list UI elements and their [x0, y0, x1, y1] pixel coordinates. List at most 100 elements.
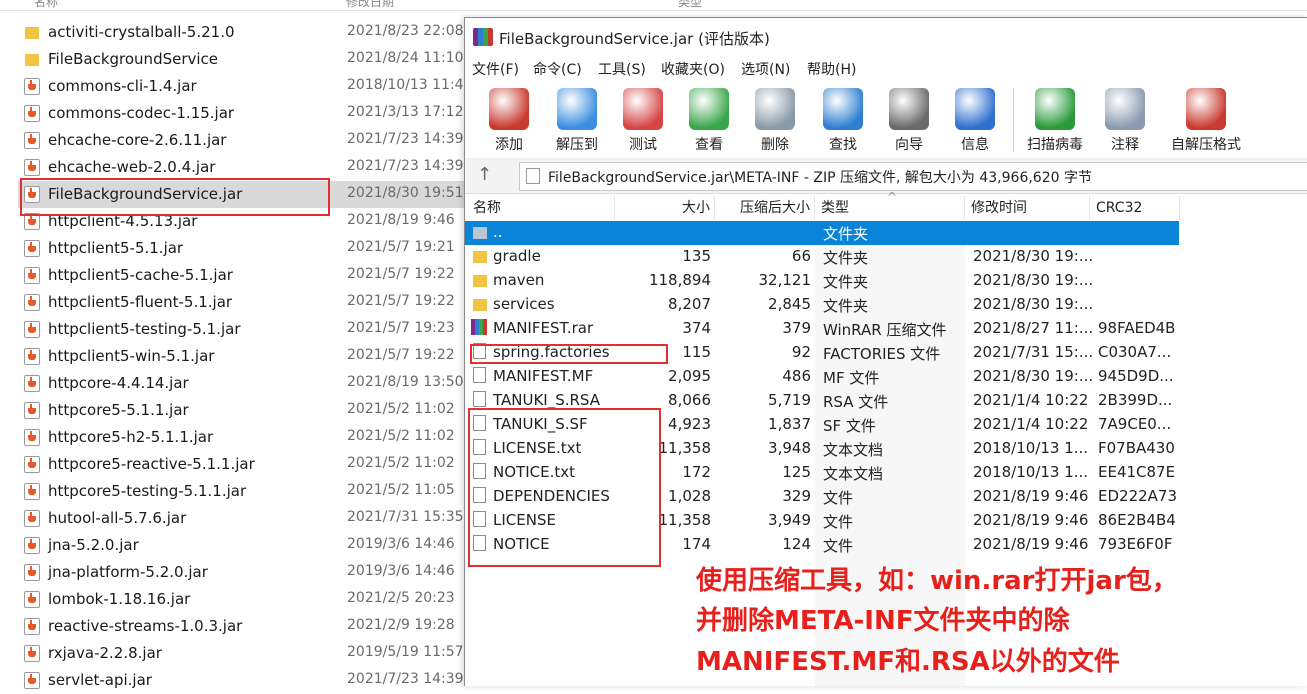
folder-icon — [473, 227, 487, 239]
file-packed: 124 — [782, 535, 811, 553]
folder-icon — [473, 299, 487, 311]
test-clipboard-icon — [623, 88, 663, 130]
explorer-row[interactable]: httpclient5-win-5.1.jar 2021/5/7 19:22 — [18, 343, 478, 370]
toolbar-button[interactable]: 查找 — [811, 86, 875, 156]
toolbar-button-label: 测试 — [629, 137, 657, 153]
toolbar-button-label: 解压到 — [556, 137, 598, 153]
col-modified[interactable]: 修改时间 — [965, 196, 1090, 220]
col-type[interactable]: 类型 — [815, 196, 965, 220]
explorer-row-name: httpclient5-5.1.jar — [48, 239, 184, 257]
toolbar-button[interactable]: 向导 — [877, 86, 941, 156]
archive-file-row[interactable]: gradle 135 66 文件夹 2021/8/30 19:... — [465, 245, 1179, 269]
archive-file-row[interactable]: MANIFEST.rar 374 379 WinRAR 压缩文件 2021/8/27 1… — [465, 317, 1179, 341]
col-name[interactable]: 名称 — [465, 196, 615, 220]
menu-tools[interactable]: 工具(S) — [598, 59, 646, 79]
explorer-row[interactable]: ehcache-web-2.0.4.jar 2021/7/23 14:39 — [18, 154, 478, 181]
file-name: TANUKI_S.RSA — [493, 391, 600, 409]
toolbar-button-label: 注释 — [1111, 137, 1139, 153]
file-type: 文件 — [823, 513, 854, 531]
explorer-row[interactable]: jna-platform-5.2.0.jar 2019/3/6 14:46 — [18, 559, 478, 586]
archive-file-row[interactable]: maven 118,894 32,121 文件夹 2021/8/30 19:... — [465, 269, 1179, 293]
col-packed[interactable]: 压缩后大小 — [715, 196, 815, 220]
annotation-line-1: 使用压缩工具，如：win.rar打开jar包， — [696, 566, 1178, 596]
jar-file-icon — [24, 402, 40, 419]
jar-file-icon — [24, 294, 40, 311]
file-type: 文件夹 — [823, 273, 869, 291]
explorer-row-name: rxjava-2.2.8.jar — [48, 644, 162, 662]
explorer-row-name: httpcore5-reactive-5.1.1.jar — [48, 455, 255, 473]
explorer-row[interactable]: httpcore5-h2-5.1.1.jar 2021/5/2 11:02 — [18, 424, 478, 451]
explorer-row[interactable]: httpclient5-5.1.jar 2021/5/7 19:21 — [18, 235, 478, 262]
file-name: MANIFEST.MF — [493, 367, 594, 385]
file-modified: 2021/8/30 19:... — [973, 367, 1094, 385]
file-crc: 7A9CE0... — [1098, 415, 1172, 433]
explorer-row[interactable]: activiti-crystalball-5.21.0 2021/8/23 22:… — [18, 19, 478, 46]
wizard-wand-icon — [889, 88, 929, 130]
menu-help[interactable]: 帮助(H) — [807, 59, 856, 79]
file-crc: 2B399D... — [1098, 391, 1173, 409]
explorer-row[interactable]: rxjava-2.2.8.jar 2019/5/19 11:57 — [18, 640, 478, 667]
toolbar-button[interactable]: 删除 — [743, 86, 807, 156]
col-crc[interactable]: CRC32 — [1090, 196, 1180, 220]
view-book-icon — [689, 88, 729, 130]
title-bar[interactable]: FileBackgroundService.jar (评估版本) — [465, 18, 1307, 56]
explorer-row-date: 2019/3/6 14:46 — [347, 536, 455, 552]
explorer-col-type[interactable]: 类型 — [678, 0, 702, 10]
file-modified: 2021/8/19 9:46 — [973, 511, 1089, 529]
explorer-row[interactable]: httpcore5-5.1.1.jar 2021/5/2 11:02 — [18, 397, 478, 424]
menu-commands[interactable]: 命令(C) — [533, 59, 582, 79]
file-icon — [473, 391, 486, 407]
menu-options[interactable]: 选项(N) — [741, 59, 790, 79]
explorer-row[interactable]: hutool-all-5.7.6.jar 2021/7/31 15:35 — [18, 505, 478, 532]
highlight-box-spring-factories — [470, 344, 668, 364]
address-field[interactable]: FileBackgroundService.jar\META-INF - ZIP… — [519, 162, 1307, 191]
explorer-row[interactable]: httpcore-4.4.14.jar 2021/8/19 13:50 — [18, 370, 478, 397]
file-modified: 2021/8/27 11:... — [973, 319, 1094, 337]
archive-file-row[interactable]: .. 文件夹 — [465, 221, 1179, 245]
toolbar-button[interactable]: 信息 — [943, 86, 1007, 156]
explorer-row[interactable]: httpcore5-reactive-5.1.1.jar 2021/5/2 11:… — [18, 451, 478, 478]
toolbar-button-label: 查看 — [695, 137, 723, 153]
explorer-row[interactable]: httpcore5-testing-5.1.1.jar 2021/5/2 11:0… — [18, 478, 478, 505]
explorer-row[interactable]: jna-5.2.0.jar 2019/3/6 14:46 — [18, 532, 478, 559]
archive-file-row[interactable]: MANIFEST.MF 2,095 486 MF 文件 2021/8/30 19:...… — [465, 365, 1179, 389]
toolbar-button[interactable]: 查看 — [677, 86, 741, 156]
menu-favorites[interactable]: 收藏夹(O) — [661, 59, 725, 79]
toolbar-button[interactable]: 自解压格式 — [1161, 86, 1251, 156]
file-modified: 2021/8/19 9:46 — [973, 487, 1089, 505]
up-arrow-icon[interactable]: ↑ — [477, 164, 492, 185]
file-type: 文件夹 — [823, 297, 869, 315]
toolbar-button[interactable]: 测试 — [611, 86, 675, 156]
toolbar-button[interactable]: 添加 — [477, 86, 541, 156]
explorer-row[interactable]: httpclient5-cache-5.1.jar 2021/5/7 19:22 — [18, 262, 478, 289]
menu-file[interactable]: 文件(F) — [472, 59, 519, 79]
file-modified: 2021/1/4 10:22 — [973, 391, 1089, 409]
explorer-row-name: httpclient5-win-5.1.jar — [48, 347, 215, 365]
explorer-row[interactable]: commons-cli-1.4.jar 2018/10/13 11:47 — [18, 73, 478, 100]
archive-file-row[interactable]: services 8,207 2,845 文件夹 2021/8/30 19:... — [465, 293, 1179, 317]
file-modified: 2018/10/13 1... — [973, 463, 1089, 481]
explorer-row[interactable]: commons-codec-1.15.jar 2021/3/13 17:12 — [18, 100, 478, 127]
explorer-col-date[interactable]: 修改日期 — [346, 0, 394, 10]
toolbar-button[interactable]: 解压到 — [545, 86, 609, 156]
explorer-row[interactable]: FileBackgroundService 2021/8/24 11:10 — [18, 46, 478, 73]
explorer-row[interactable]: lombok-1.18.16.jar 2021/2/5 20:23 — [18, 586, 478, 613]
toolbar-button[interactable]: 扫描病毒 — [1023, 86, 1087, 156]
toolbar-button[interactable]: 注释 — [1093, 86, 1157, 156]
file-name: gradle — [493, 247, 541, 265]
explorer-row[interactable]: ehcache-core-2.6.11.jar 2021/7/23 14:39 — [18, 127, 478, 154]
file-modified: 2021/8/19 9:46 — [973, 535, 1089, 553]
file-type: SF 文件 — [823, 417, 876, 435]
jar-file-icon — [24, 375, 40, 392]
explorer-row-date: 2021/5/2 11:02 — [347, 455, 455, 471]
explorer-col-name[interactable]: 名称 — [34, 0, 58, 10]
explorer-row[interactable]: httpclient5-testing-5.1.jar 2021/5/7 19:2… — [18, 316, 478, 343]
col-size[interactable]: 大小 — [615, 196, 715, 220]
explorer-row[interactable]: servlet-api.jar 2021/7/23 14:39 — [18, 667, 478, 694]
jar-file-icon — [24, 618, 40, 635]
explorer-row-date: 2021/5/7 19:22 — [347, 266, 455, 282]
file-packed: 5,719 — [768, 391, 811, 409]
explorer-row-name: httpcore5-5.1.1.jar — [48, 401, 189, 419]
explorer-row[interactable]: reactive-streams-1.0.3.jar 2021/2/9 19:28 — [18, 613, 478, 640]
explorer-row[interactable]: httpclient5-fluent-5.1.jar 2021/5/7 19:22 — [18, 289, 478, 316]
